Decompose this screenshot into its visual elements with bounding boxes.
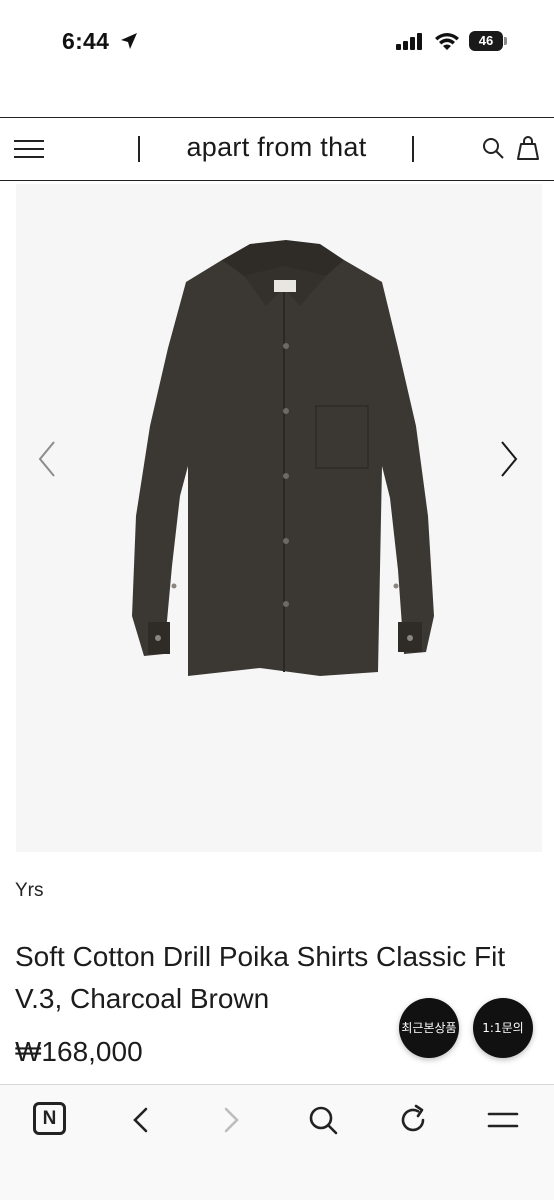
chevron-left-icon[interactable]	[36, 438, 60, 480]
search-icon[interactable]	[481, 136, 505, 160]
browser-toolbar: N	[0, 1084, 554, 1200]
inquiry-button[interactable]: 1:1문의	[473, 998, 533, 1058]
location-arrow-icon	[121, 33, 137, 49]
shopping-bag-icon[interactable]	[515, 135, 541, 161]
product-brand[interactable]: Yrs	[15, 880, 44, 902]
recent-viewed-button[interactable]: 최근본상품	[399, 998, 459, 1058]
signal-icon	[396, 33, 422, 50]
header-divider	[138, 136, 140, 162]
menu-icon[interactable]	[14, 138, 44, 160]
chevron-right-icon[interactable]	[496, 438, 520, 480]
wifi-icon	[435, 33, 459, 50]
search-icon[interactable]	[306, 1103, 340, 1137]
header-divider	[412, 136, 414, 162]
tabs-menu-icon[interactable]	[486, 1103, 520, 1137]
site-logo[interactable]: apart from that	[150, 132, 403, 163]
product-image-carousel[interactable]	[16, 184, 542, 852]
refresh-icon[interactable]	[396, 1103, 430, 1137]
battery-icon: 46	[469, 31, 507, 51]
product-image	[132, 240, 434, 676]
back-icon[interactable]	[124, 1103, 158, 1137]
status-bar: 6:44 46	[0, 0, 554, 84]
product-title: Soft Cotton Drill Poika Shirts Classic F…	[15, 941, 506, 1014]
status-time: 6:44	[62, 28, 110, 54]
forward-icon[interactable]	[214, 1103, 248, 1137]
battery-level: 46	[469, 31, 503, 51]
naver-icon[interactable]: N	[33, 1102, 66, 1135]
site-header: apart from that	[0, 117, 554, 181]
product-price: ₩168,000	[15, 1036, 143, 1067]
